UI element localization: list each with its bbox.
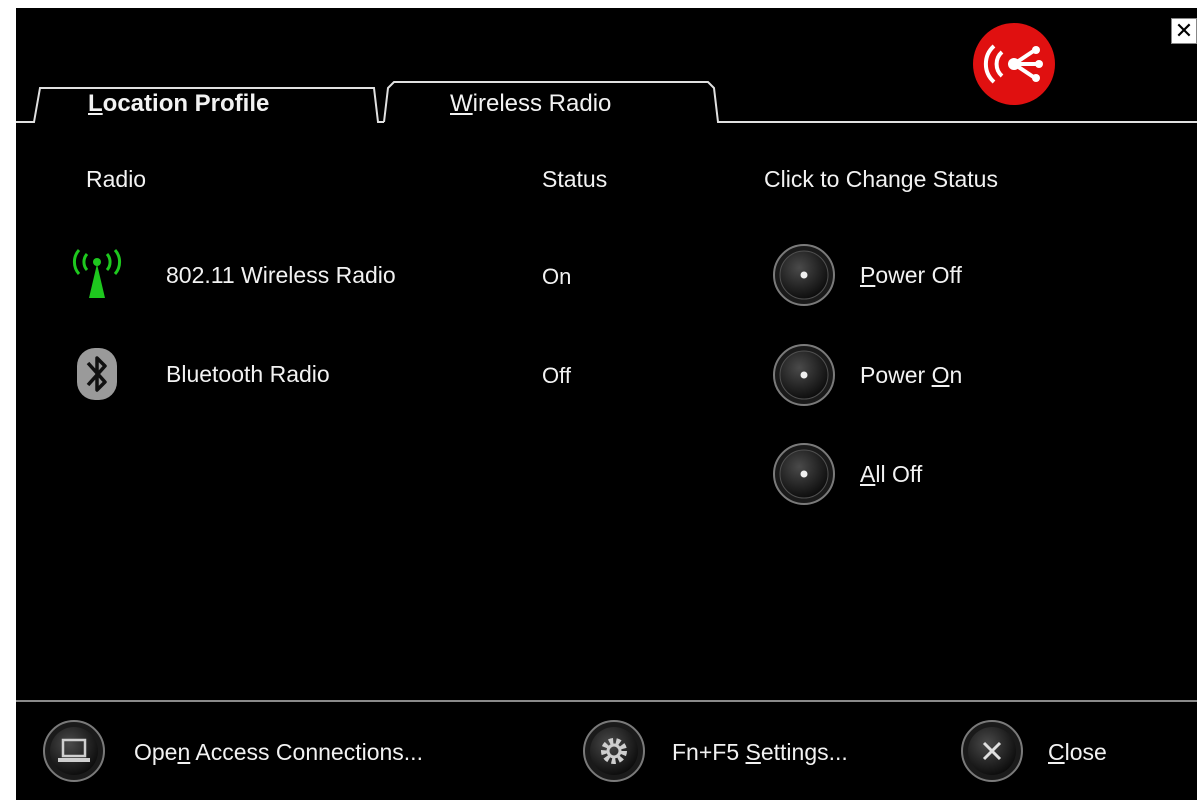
tab-label-rest: ireless Radio xyxy=(472,90,612,117)
fn-f5-settings-button[interactable]: Fn+F5 Settings... xyxy=(672,741,848,764)
close-button[interactable]: Close xyxy=(1048,741,1107,764)
radio-name-bluetooth: Bluetooth Radio xyxy=(166,361,330,387)
power-on-button[interactable] xyxy=(772,343,836,407)
tab-label-rest: ocation Profile xyxy=(102,90,270,117)
radio-status-bluetooth: Off xyxy=(542,363,571,388)
close-icon[interactable] xyxy=(960,719,1024,783)
gear-icon[interactable] xyxy=(582,719,646,783)
all-off-button[interactable] xyxy=(772,442,836,506)
tab-wireless-radio[interactable]: Wireless Radio xyxy=(450,92,611,116)
all-off-label[interactable]: All Off xyxy=(860,463,922,486)
tab-location-profile[interactable]: Location Profile xyxy=(88,92,269,116)
tab-accel: L xyxy=(88,90,103,117)
power-off-button[interactable] xyxy=(772,243,836,307)
open-access-connections-button[interactable]: Open Access Connections... xyxy=(134,741,423,764)
power-off-label[interactable]: Power Off xyxy=(860,264,962,287)
footer-divider xyxy=(16,700,1197,702)
column-header-status: Status xyxy=(542,166,608,192)
radio-name-wireless: 802.11 Wireless Radio xyxy=(166,262,396,288)
tab-accel: W xyxy=(450,90,473,117)
radio-status-wireless: On xyxy=(542,264,572,289)
bluetooth-icon xyxy=(77,348,117,400)
tab-strip xyxy=(16,81,1197,123)
column-header-radio: Radio xyxy=(86,166,147,192)
wireless-radio-panel: ✕ Location Profile Wireless Radio Radio … xyxy=(16,8,1197,800)
laptop-icon[interactable] xyxy=(42,719,106,783)
power-on-label[interactable]: Power On xyxy=(860,364,962,387)
column-header-action: Click to Change Status xyxy=(764,166,998,192)
wifi-antenna-icon xyxy=(72,249,122,298)
